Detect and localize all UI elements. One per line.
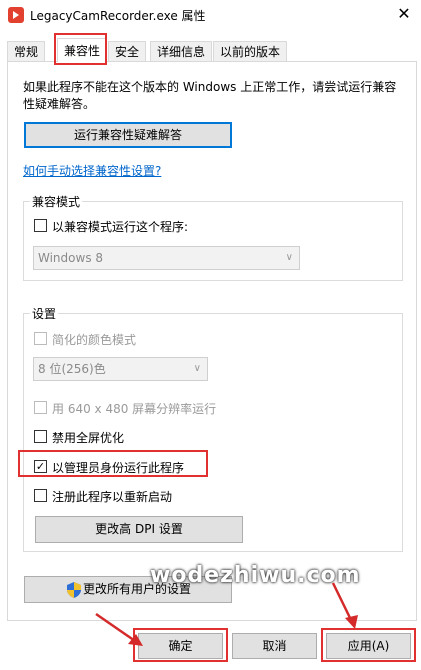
tab-details[interactable]: 详细信息 bbox=[150, 41, 213, 61]
os-version-value: Windows 8 bbox=[38, 251, 104, 265]
res-640-label: 用 640 x 480 屏幕分辨率运行 bbox=[52, 402, 217, 416]
manual-compat-link[interactable]: 如何手动选择兼容性设置? bbox=[23, 162, 161, 179]
compat-mode-checkbox[interactable] bbox=[34, 219, 47, 232]
window-title: LegacyCamRecorder.exe 属性 bbox=[30, 9, 206, 23]
apply-button[interactable]: 应用(A) bbox=[326, 633, 411, 659]
compatibility-description: 如果此程序不能在这个版本的 Windows 上正常工作，请尝试运行兼容性疑难解答… bbox=[23, 80, 397, 111]
os-version-select: Windows 8 ∨ bbox=[33, 246, 300, 270]
ok-button[interactable]: 确定 bbox=[138, 633, 223, 659]
tab-compatibility[interactable]: 兼容性 bbox=[57, 38, 108, 62]
close-icon[interactable]: ✕ bbox=[393, 3, 415, 25]
watermark: wodezhiwu.com bbox=[150, 563, 361, 588]
change-dpi-button[interactable]: 更改高 DPI 设置 bbox=[35, 516, 243, 543]
chevron-down-icon: ∨ bbox=[193, 363, 201, 374]
register-restart-label: 注册此程序以重新启动 bbox=[52, 490, 173, 504]
disable-fullscreen-checkbox[interactable] bbox=[34, 430, 47, 443]
title-bar: LegacyCamRecorder.exe 属性 ✕ bbox=[0, 0, 421, 30]
register-restart-checkbox[interactable] bbox=[34, 489, 47, 502]
chevron-down-icon: ∨ bbox=[285, 252, 293, 263]
disable-fullscreen-label: 禁用全屏优化 bbox=[52, 431, 125, 445]
run-troubleshooter-button[interactable]: 运行兼容性疑难解答 bbox=[24, 122, 232, 148]
app-icon bbox=[8, 7, 24, 23]
tab-general[interactable]: 常规 bbox=[7, 41, 46, 61]
color-mode-value: 8 位(256)色 bbox=[38, 362, 106, 376]
reduced-color-label: 简化的颜色模式 bbox=[52, 333, 137, 347]
tab-previous-versions[interactable]: 以前的版本 bbox=[213, 41, 288, 61]
reduced-color-checkbox bbox=[34, 332, 47, 345]
run-as-admin-label: 以管理员身份运行此程序 bbox=[52, 461, 185, 475]
compat-mode-label: 兼容模式 bbox=[30, 193, 83, 210]
tab-security[interactable]: 安全 bbox=[108, 41, 147, 61]
cancel-button[interactable]: 取消 bbox=[232, 633, 317, 659]
res-640-checkbox bbox=[34, 401, 47, 414]
compat-mode-checkbox-label: 以兼容模式运行这个程序: bbox=[52, 220, 189, 234]
color-mode-select: 8 位(256)色 ∨ bbox=[33, 357, 208, 381]
run-as-admin-checkbox[interactable]: ✓ bbox=[34, 460, 47, 473]
settings-label: 设置 bbox=[30, 305, 59, 322]
shield-icon bbox=[67, 582, 81, 598]
